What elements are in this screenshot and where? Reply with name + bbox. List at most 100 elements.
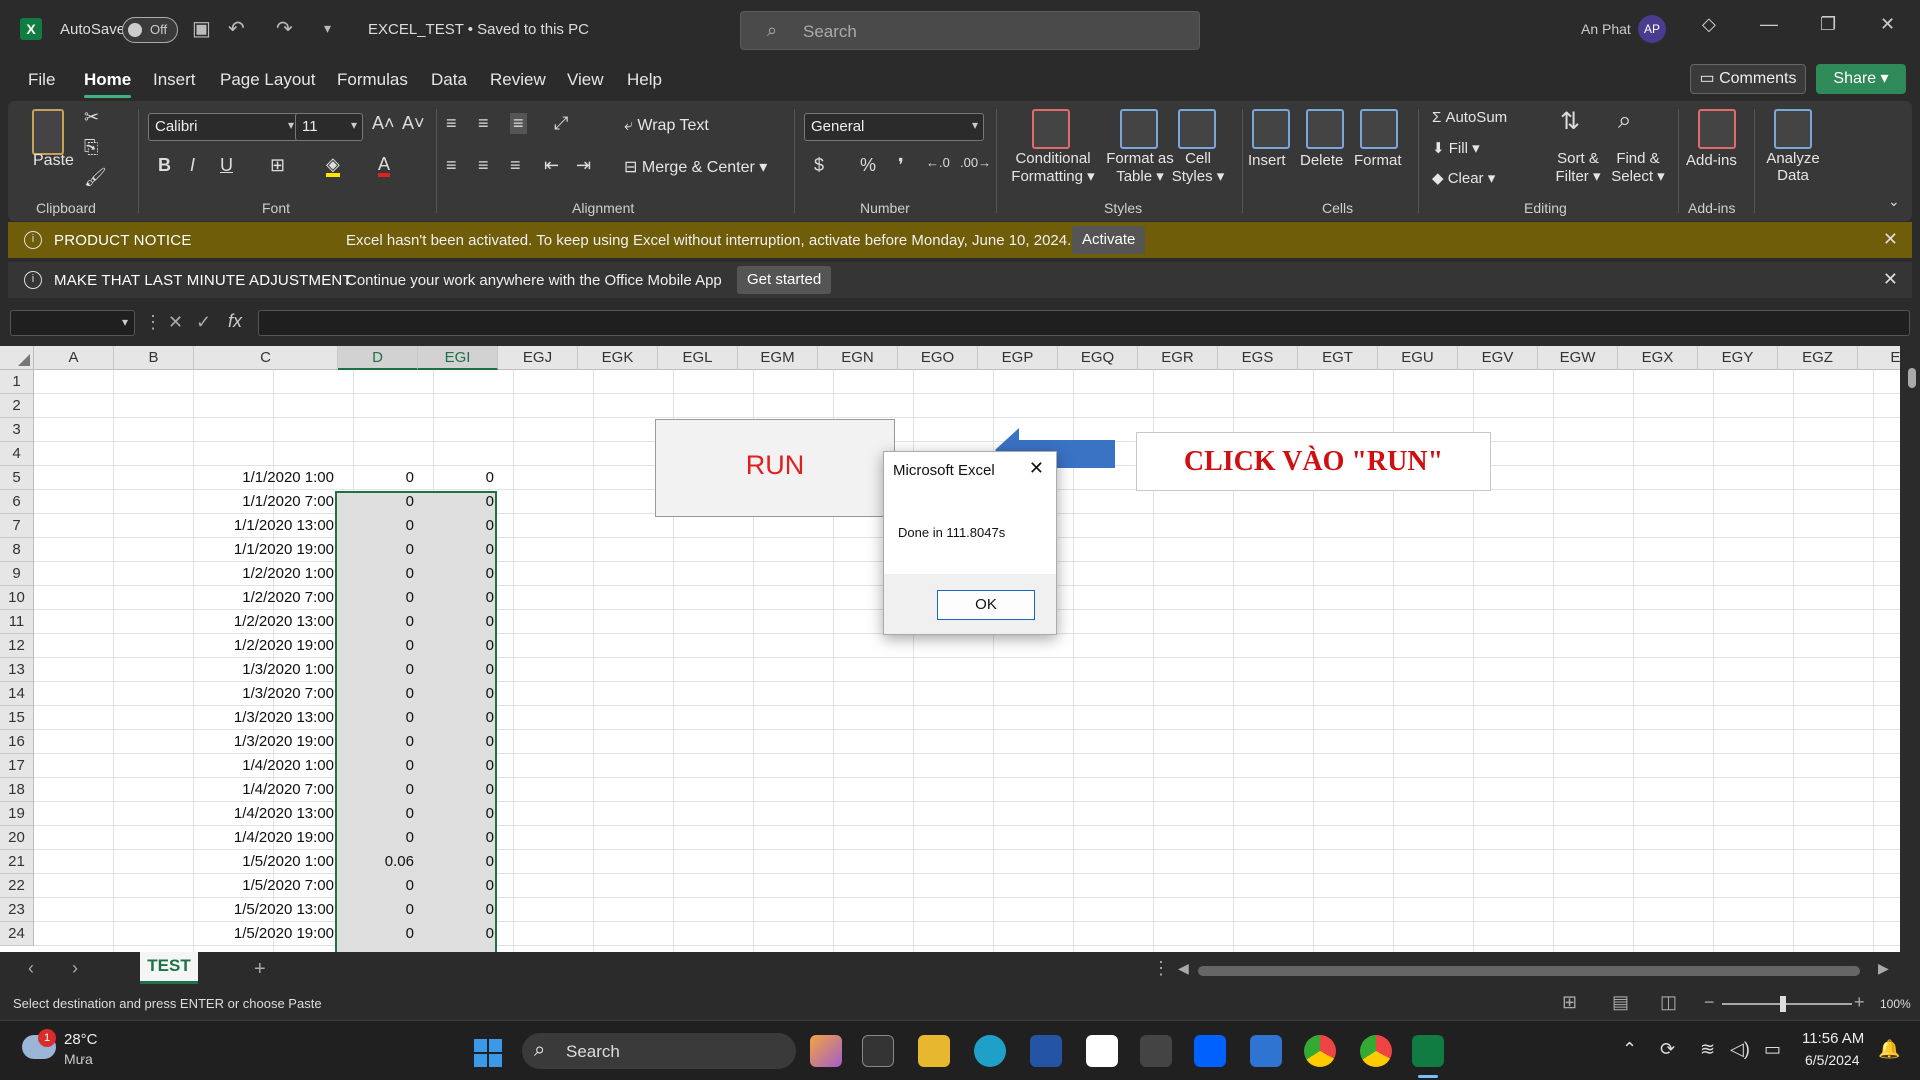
- autosave-toggle[interactable]: Off: [122, 17, 178, 43]
- row-header[interactable]: 3: [0, 418, 34, 442]
- cell-d[interactable]: 0: [338, 826, 418, 850]
- increase-indent-icon[interactable]: ⇥: [576, 155, 591, 176]
- close-icon[interactable]: ✕: [1883, 269, 1898, 290]
- task-view-icon[interactable]: [862, 1035, 894, 1067]
- cell-d[interactable]: 0: [338, 514, 418, 538]
- cell-c[interactable]: 1/3/2020 7:00: [194, 682, 338, 706]
- cell-d[interactable]: 0: [338, 562, 418, 586]
- cell-egi[interactable]: 0: [418, 754, 498, 778]
- scroll-thumb[interactable]: [1908, 368, 1916, 388]
- align-center-icon[interactable]: ≡: [478, 155, 489, 176]
- cell-egi[interactable]: 0: [418, 514, 498, 538]
- row-header[interactable]: 11: [0, 610, 34, 634]
- cell-c[interactable]: 1/4/2020 19:00: [194, 826, 338, 850]
- cell-c[interactable]: 1/1/2020 7:00: [194, 490, 338, 514]
- page-layout-view-icon[interactable]: ▤: [1612, 992, 1629, 1013]
- chrome-icon[interactable]: [1304, 1035, 1336, 1067]
- taskbar-search[interactable]: ⌕ Search: [522, 1033, 796, 1069]
- column-header[interactable]: EGP: [978, 346, 1058, 370]
- close-icon[interactable]: ✕: [1883, 229, 1898, 250]
- comma-icon[interactable]: ❜: [898, 155, 904, 176]
- cell-c[interactable]: 1/1/2020 19:00: [194, 538, 338, 562]
- vertical-scrollbar[interactable]: [1904, 346, 1920, 952]
- copilot-icon[interactable]: [810, 1035, 842, 1067]
- column-header[interactable]: EGV: [1458, 346, 1538, 370]
- row-header[interactable]: 13: [0, 658, 34, 682]
- edge-icon[interactable]: [974, 1035, 1006, 1067]
- number-format-select[interactable]: General ▾: [804, 113, 984, 141]
- find-select-button[interactable]: Find & Select ▾: [1610, 150, 1666, 185]
- diamond-icon[interactable]: ◇: [1702, 14, 1716, 35]
- analyze-data-button[interactable]: Analyze Data: [1762, 150, 1824, 184]
- cell-egi[interactable]: 0: [418, 778, 498, 802]
- cell-d[interactable]: 0: [338, 610, 418, 634]
- excel-taskbar-icon[interactable]: [1412, 1035, 1444, 1067]
- cell-styles-icon[interactable]: [1178, 109, 1216, 149]
- orientation-icon[interactable]: ⤢: [554, 113, 568, 134]
- column-header[interactable]: EGL: [658, 346, 738, 370]
- column-header[interactable]: EGJ: [498, 346, 578, 370]
- conditional-formatting-button[interactable]: Conditional Formatting ▾: [1010, 150, 1096, 185]
- customize-toolbar-icon[interactable]: ▾: [324, 20, 331, 37]
- close-icon[interactable]: ✕: [1880, 14, 1895, 35]
- cell-egi[interactable]: 0: [418, 826, 498, 850]
- document-title[interactable]: EXCEL_TEST • Saved to this PC: [368, 21, 589, 38]
- align-right-icon[interactable]: ≡: [510, 155, 521, 176]
- cell-d[interactable]: 0: [338, 490, 418, 514]
- row-header[interactable]: 24: [0, 922, 34, 946]
- column-header[interactable]: EGR: [1138, 346, 1218, 370]
- cell-egi[interactable]: 0: [418, 850, 498, 874]
- format-painter-icon[interactable]: 🖌: [84, 167, 107, 188]
- paste-button[interactable]: Paste: [33, 152, 74, 170]
- tab-insert[interactable]: Insert: [153, 70, 196, 90]
- font-size-select[interactable]: 11 ▾: [295, 113, 363, 141]
- column-header[interactable]: A: [34, 346, 114, 370]
- cell-d[interactable]: 0: [338, 922, 418, 946]
- cell-d[interactable]: 0: [338, 874, 418, 898]
- select-all-corner[interactable]: [0, 346, 34, 370]
- conditional-formatting-icon[interactable]: [1032, 109, 1070, 149]
- cell-c[interactable]: 1/1/2020 13:00: [194, 514, 338, 538]
- weather-temp[interactable]: 28°C: [64, 1031, 98, 1048]
- percent-icon[interactable]: %: [860, 155, 876, 176]
- zoom-in-icon[interactable]: +: [1854, 992, 1865, 1013]
- borders-icon[interactable]: ⊞: [270, 155, 285, 176]
- format-as-table-icon[interactable]: [1120, 109, 1158, 149]
- normal-view-icon[interactable]: ⊞: [1562, 992, 1577, 1013]
- row-header[interactable]: 19: [0, 802, 34, 826]
- paste-icon[interactable]: [32, 109, 64, 155]
- sort-filter-icon[interactable]: ⇅: [1560, 107, 1580, 136]
- row-header[interactable]: 21: [0, 850, 34, 874]
- merge-center-button[interactable]: ⊟ Merge & Center ▾: [624, 157, 767, 177]
- format-cells-button[interactable]: Format: [1354, 152, 1402, 169]
- next-sheet-icon[interactable]: ›: [72, 958, 78, 979]
- windows-start-icon[interactable]: [474, 1039, 502, 1067]
- row-header[interactable]: 20: [0, 826, 34, 850]
- insert-cells-button[interactable]: Insert: [1248, 152, 1286, 169]
- clock-date[interactable]: 6/5/2024: [1805, 1052, 1860, 1068]
- cell-d[interactable]: 0: [338, 634, 418, 658]
- avatar[interactable]: AP: [1638, 15, 1666, 43]
- row-header[interactable]: 7: [0, 514, 34, 538]
- cell-egi[interactable]: 0: [418, 610, 498, 634]
- row-header[interactable]: 9: [0, 562, 34, 586]
- cell-d[interactable]: 0: [338, 754, 418, 778]
- column-header[interactable]: EGI: [418, 346, 498, 370]
- tab-view[interactable]: View: [567, 70, 604, 90]
- row-header[interactable]: 4: [0, 442, 34, 466]
- battery-icon[interactable]: ▭: [1764, 1039, 1781, 1060]
- cell-egi[interactable]: 0: [418, 898, 498, 922]
- cell-c[interactable]: 1/5/2020 13:00: [194, 898, 338, 922]
- cell-d[interactable]: 0: [338, 898, 418, 922]
- fill-color-icon[interactable]: ◈: [326, 155, 340, 177]
- row-header[interactable]: 15: [0, 706, 34, 730]
- cell-c[interactable]: 1/3/2020 13:00: [194, 706, 338, 730]
- cell-c[interactable]: 1/2/2020 7:00: [194, 586, 338, 610]
- cell-d[interactable]: 0: [338, 586, 418, 610]
- currency-icon[interactable]: $: [814, 155, 824, 176]
- underline-icon[interactable]: U: [220, 155, 233, 176]
- share-button[interactable]: Share ▾: [1816, 64, 1906, 94]
- decrease-decimal-icon[interactable]: .00→: [960, 155, 991, 170]
- row-header[interactable]: 6: [0, 490, 34, 514]
- cell-egi[interactable]: 0: [418, 730, 498, 754]
